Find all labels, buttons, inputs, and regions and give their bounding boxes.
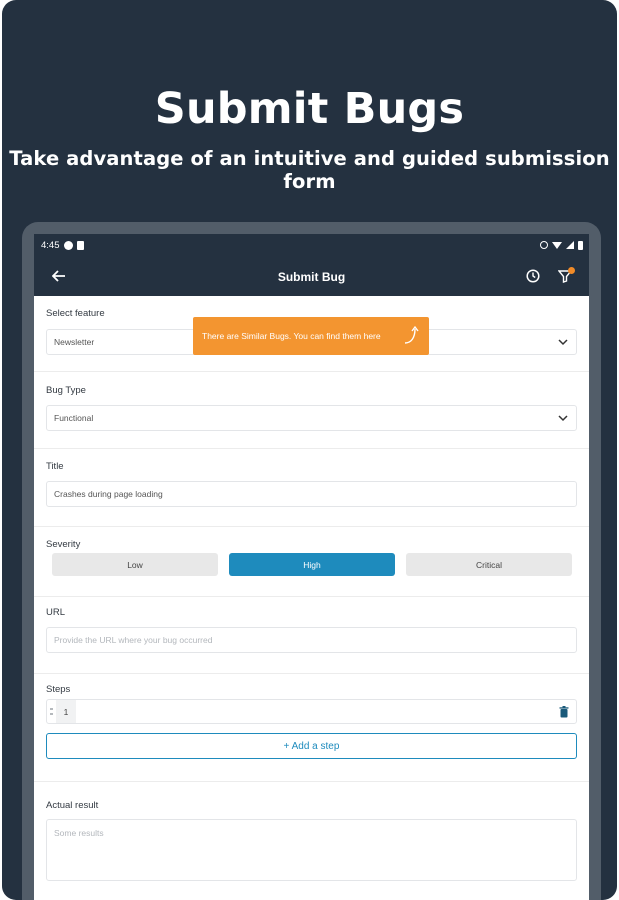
- dnd-icon: [540, 241, 548, 249]
- actual-result-textarea[interactable]: Some results: [46, 819, 577, 881]
- filter-badge: [568, 267, 575, 274]
- clock-icon: [526, 269, 540, 283]
- title-section: Title Crashes during page loading: [34, 449, 589, 527]
- signal-icon: [566, 241, 574, 249]
- promo-title: Submit Bugs: [154, 84, 465, 134]
- bug-type-label: Bug Type: [46, 385, 86, 396]
- tooltip-text: There are Similar Bugs. You can find the…: [202, 331, 381, 341]
- chevron-down-icon: [558, 339, 568, 346]
- url-placeholder: Provide the URL where your bug occurred: [54, 635, 213, 645]
- step-item[interactable]: 1: [46, 699, 577, 724]
- steps-section: Steps 1 + Add a step: [34, 674, 589, 782]
- add-step-button[interactable]: + Add a step: [46, 733, 577, 759]
- bug-type-section: Bug Type Functional: [34, 372, 589, 449]
- wifi-icon: [552, 241, 562, 249]
- promo-subtitle: Take advantage of an intuitive and guide…: [9, 147, 610, 193]
- notification-icon: [63, 240, 73, 250]
- bug-type-select[interactable]: Functional: [46, 405, 577, 431]
- severity-toggle-group: Low High Critical: [52, 553, 572, 576]
- steps-label: Steps: [46, 684, 71, 695]
- title-value: Crashes during page loading: [54, 489, 163, 499]
- severity-critical-button[interactable]: Critical: [406, 553, 572, 576]
- app-screen: 4:45 Submit Bug Select feature Newslette…: [34, 234, 589, 900]
- chevron-down-icon: [558, 415, 568, 422]
- severity-section: Severity Low High Critical: [34, 527, 589, 597]
- feature-value: Newsletter: [54, 337, 95, 347]
- title-label: Title: [46, 461, 64, 472]
- step-number: 1: [56, 700, 76, 723]
- actual-result-section: Actual result Some results: [34, 782, 589, 892]
- url-label: URL: [46, 607, 66, 618]
- feature-section: Select feature Newsletter There are Simi…: [34, 296, 589, 372]
- bug-type-value: Functional: [54, 413, 94, 423]
- sim-icon: [76, 240, 84, 250]
- feature-label: Select feature: [46, 308, 105, 319]
- url-input[interactable]: Provide the URL where your bug occurred: [46, 627, 577, 653]
- tablet-frame: 4:45 Submit Bug Select feature Newslette…: [22, 222, 601, 900]
- history-button[interactable]: [523, 265, 543, 287]
- url-section: URL Provide the URL where your bug occur…: [34, 597, 589, 674]
- status-time: 4:45: [41, 239, 60, 251]
- severity-high-button[interactable]: High: [229, 553, 395, 576]
- title-input[interactable]: Crashes during page loading: [46, 481, 577, 507]
- actual-result-placeholder: Some results: [54, 828, 104, 838]
- similar-bugs-tooltip[interactable]: There are Similar Bugs. You can find the…: [193, 317, 429, 355]
- status-bar: 4:45: [34, 234, 589, 256]
- severity-label: Severity: [46, 539, 81, 550]
- drag-handle-icon[interactable]: [47, 700, 56, 723]
- page-title: Submit Bug: [277, 270, 346, 284]
- app-bar: Submit Bug: [34, 256, 589, 296]
- promo-banner: Submit Bugs Take advantage of an intuiti…: [2, 0, 617, 900]
- filter-button[interactable]: [555, 265, 575, 287]
- severity-low-button[interactable]: Low: [52, 553, 218, 576]
- actual-result-label: Actual result: [46, 800, 99, 811]
- trash-icon[interactable]: [559, 706, 569, 718]
- battery-icon: [578, 240, 583, 250]
- curved-arrow-icon: [404, 325, 419, 344]
